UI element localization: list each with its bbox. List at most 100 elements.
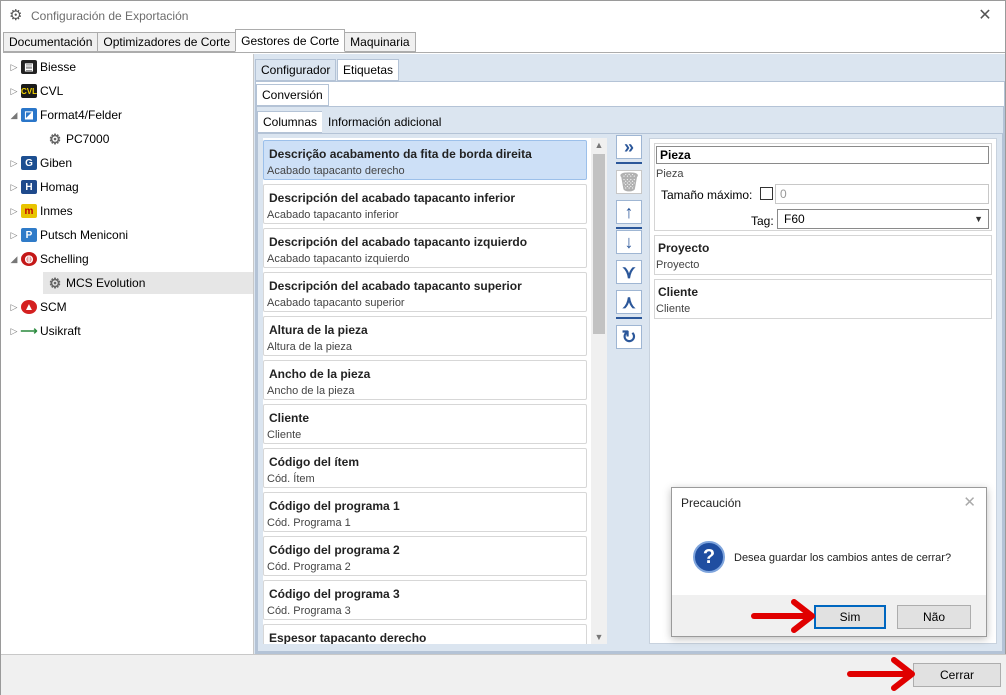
tree-item-scm[interactable]: ▷ ▲ SCM <box>7 296 67 318</box>
machine-tree: ▷ ▤ Biesse ▷ CVL CVL ◢ ◪ Format4/Felder … <box>3 54 253 654</box>
tree-item-pc7000[interactable]: ⚙ PC7000 <box>47 128 110 150</box>
field-title: Proyecto <box>658 241 710 255</box>
close-icon[interactable]: ✕ <box>963 493 976 511</box>
collapse-icon[interactable]: ◢ <box>7 110 21 121</box>
yes-button[interactable]: Sim <box>814 605 886 629</box>
list-item[interactable]: Descrição acabamento da fita de borda di… <box>263 140 587 180</box>
field-name-input[interactable]: Pieza <box>656 146 989 164</box>
expand-icon[interactable]: ▷ <box>7 230 21 241</box>
expand-icon[interactable]: ▷ <box>7 86 21 97</box>
expand-icon[interactable]: ▷ <box>7 326 21 337</box>
list-item[interactable]: Ancho de la pieza Ancho de la pieza <box>263 360 587 400</box>
usikraft-icon: ⟶ <box>20 324 38 338</box>
gear-icon: ⚙ <box>48 130 62 147</box>
scroll-down-icon[interactable]: ▼ <box>591 630 607 644</box>
tab-optimizadores[interactable]: Optimizadores de Corte <box>97 32 237 52</box>
list-scrollbar[interactable]: ▲ ▼ <box>591 138 607 644</box>
list-item[interactable]: Descripción del acabado tapacanto superi… <box>263 272 587 312</box>
item-title: Código del programa 3 <box>269 587 400 601</box>
item-title: Cliente <box>269 411 310 425</box>
delete-button[interactable]: 🗑 <box>616 170 642 194</box>
tab-informacion-adicional[interactable]: Información adicional <box>322 111 448 133</box>
tab-divider <box>3 52 1005 53</box>
list-item[interactable]: Espesor tapacanto derecho <box>263 624 587 644</box>
item-sub: Acabado tapacanto inferior <box>267 209 399 221</box>
expand-icon[interactable]: ▷ <box>7 158 21 169</box>
field-box-cliente[interactable]: Cliente Cliente <box>654 279 992 319</box>
annotation-arrow-icon <box>751 599 815 633</box>
close-button[interactable]: Cerrar <box>913 663 1001 687</box>
scroll-up-icon[interactable]: ▲ <box>591 138 607 152</box>
item-sub: Ancho de la pieza <box>267 385 355 397</box>
tree-item-format4[interactable]: ◢ ◪ Format4/Felder <box>7 104 122 126</box>
max-size-checkbox[interactable] <box>760 187 773 200</box>
refresh-icon: ↻ <box>621 327 637 347</box>
expand-icon[interactable]: ▷ <box>7 62 21 73</box>
tree-item-mcs-evolution[interactable]: ⚙ MCS Evolution <box>43 272 253 294</box>
tree-item-inmes[interactable]: ▷ m Inmes <box>7 200 73 222</box>
tree-item-label: Putsch Meniconi <box>40 228 129 242</box>
field-sub: Cliente <box>656 303 691 315</box>
list-item[interactable]: Código del programa 3 Cód. Programa 3 <box>263 580 587 620</box>
move-all-right-button[interactable]: » <box>616 135 642 159</box>
tab-documentacion[interactable]: Documentación <box>3 32 99 52</box>
tree-item-label: PC7000 <box>66 132 110 146</box>
max-size-input[interactable]: 0 <box>775 184 989 204</box>
expand-icon[interactable]: ▷ <box>7 182 21 193</box>
tree-item-putsch[interactable]: ▷ P Putsch Meniconi <box>7 224 128 246</box>
merge-down-button[interactable]: ⋎ <box>616 260 642 284</box>
tab-conversion[interactable]: Conversión <box>256 84 329 106</box>
collapse-icon[interactable]: ◢ <box>7 254 21 265</box>
tree-item-label: Usikraft <box>40 324 81 338</box>
list-item[interactable]: Código del programa 1 Cód. Programa 1 <box>263 492 587 532</box>
tree-item-label: Inmes <box>40 204 73 218</box>
list-item[interactable]: Altura de la pieza Altura de la pieza <box>263 316 587 356</box>
tree-item-label: CVL <box>40 84 64 98</box>
format4-icon: ◪ <box>21 108 37 122</box>
move-up-button[interactable]: ↑ <box>616 200 642 224</box>
expand-icon[interactable]: ▷ <box>7 206 21 217</box>
tree-item-schelling[interactable]: ◢ ◍ Schelling <box>7 248 89 270</box>
item-title: Código del ítem <box>269 455 359 469</box>
tag-select[interactable]: F60 ▼ <box>777 209 989 229</box>
list-item[interactable]: Descripción del acabado tapacanto inferi… <box>263 184 587 224</box>
split-up-button[interactable]: ⋏ <box>616 290 642 314</box>
list-item[interactable]: Código del programa 2 Cód. Programa 2 <box>263 536 587 576</box>
list-item[interactable]: Descripción del acabado tapacanto izquie… <box>263 228 587 268</box>
annotation-arrow-icon <box>847 657 915 691</box>
expand-icon[interactable]: ▷ <box>7 302 21 313</box>
item-sub: Cliente <box>267 429 302 441</box>
dialog-message: Desea guardar los cambios antes de cerra… <box>734 552 952 564</box>
refresh-button[interactable]: ↻ <box>616 325 642 349</box>
tree-item-label: Homag <box>40 180 79 194</box>
close-icon[interactable]: ✕ <box>975 6 995 26</box>
move-down-button[interactable]: ↓ <box>616 230 642 254</box>
dialog-title: Precaución <box>681 496 742 510</box>
tree-item-cvl[interactable]: ▷ CVL CVL <box>7 80 63 102</box>
item-sub: Acabado tapacanto superior <box>267 297 405 309</box>
tab-columnas[interactable]: Columnas <box>257 111 324 133</box>
item-title: Descrição acabamento da fita de borda di… <box>269 147 532 161</box>
no-button[interactable]: Não <box>897 605 971 629</box>
tree-item-label: Format4/Felder <box>40 108 123 122</box>
max-size-label: Tamaño máximo: <box>661 188 753 202</box>
putsch-icon: P <box>21 228 37 242</box>
tab-etiquetas[interactable]: Etiquetas <box>337 59 400 81</box>
delete-icon: 🗑 <box>617 172 641 192</box>
column-list: Descrição acabamento da fita de borda di… <box>263 138 591 644</box>
tree-item-homag[interactable]: ▷ H Homag <box>7 176 79 198</box>
tree-item-usikraft[interactable]: ▷ ⟶ Usikraft <box>7 320 81 342</box>
tree-item-label: MCS Evolution <box>66 276 146 290</box>
list-item[interactable]: Código del ítem Cód. Ítem <box>263 448 587 488</box>
item-sub: Acabado tapacanto derecho <box>267 165 405 177</box>
tab-configurador[interactable]: Configurador <box>255 59 337 81</box>
item-sub: Cód. Programa 1 <box>267 517 351 529</box>
list-item[interactable]: Cliente Cliente <box>263 404 587 444</box>
item-sub: Cód. Programa 2 <box>267 561 351 573</box>
scroll-thumb[interactable] <box>593 154 605 334</box>
tree-item-giben[interactable]: ▷ G Giben <box>7 152 72 174</box>
tab-maquinaria[interactable]: Maquinaria <box>344 32 416 52</box>
tree-item-biesse[interactable]: ▷ ▤ Biesse <box>7 56 76 78</box>
field-box-proyecto[interactable]: Proyecto Proyecto <box>654 235 992 275</box>
tab-gestores[interactable]: Gestores de Corte <box>235 29 346 52</box>
